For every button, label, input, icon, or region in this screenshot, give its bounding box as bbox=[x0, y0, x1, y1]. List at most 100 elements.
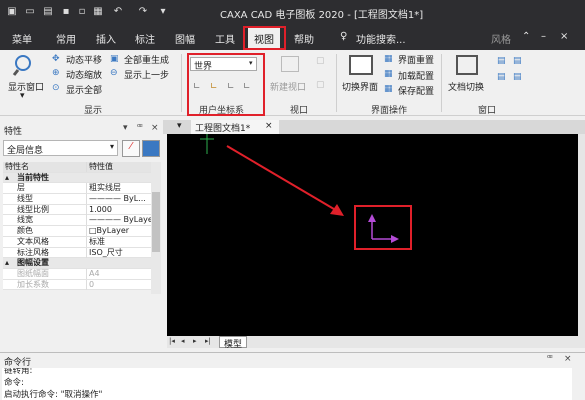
pin-icon[interactable]: ꟹ bbox=[547, 354, 553, 364]
property-value[interactable]: ———— ByL... bbox=[86, 194, 151, 205]
object-filter-value: 全局信息 bbox=[7, 146, 44, 156]
property-value[interactable]: 粗实线层 bbox=[86, 183, 151, 194]
show-all-button[interactable]: 显示全部 bbox=[66, 83, 102, 96]
section-row[interactable]: ▴ 当前特性 bbox=[3, 172, 151, 184]
close-window-icon[interactable]: × bbox=[560, 31, 568, 42]
group-label-window: 窗口 bbox=[478, 106, 497, 116]
tile-horizontal-icon[interactable]: ▤ bbox=[497, 72, 508, 83]
interface-icon bbox=[349, 55, 373, 75]
documents-icon bbox=[456, 55, 478, 75]
properties-scrollbar[interactable] bbox=[151, 162, 161, 294]
command-panel: 命令行 ꟹ × 链转角: 命令: 启动执行命令: "取消操作" bbox=[0, 352, 585, 400]
group-separator bbox=[336, 54, 337, 112]
close-icon[interactable]: × bbox=[265, 121, 273, 131]
regenerate-all-button[interactable]: 全部重生成 bbox=[124, 53, 169, 66]
property-name: 文本风格 bbox=[17, 236, 49, 246]
table-row[interactable]: 文本风格 标准 bbox=[3, 236, 151, 248]
minimize-ribbon-icon[interactable]: ⌃ bbox=[522, 31, 530, 42]
load-config-button[interactable]: 加载配置 bbox=[398, 69, 434, 82]
document-tab[interactable]: 工程图文档1* × bbox=[191, 120, 279, 134]
object-filter-combo[interactable]: 全局信息 ▾ bbox=[3, 140, 118, 156]
table-row[interactable]: 线型 ———— ByL... bbox=[3, 194, 151, 205]
property-value[interactable]: 1.000 bbox=[86, 204, 151, 215]
zoom-icon: ⊕ bbox=[52, 68, 60, 78]
save-config-button[interactable]: 保存配置 bbox=[398, 84, 434, 97]
save-as-icon[interactable]: ▫ bbox=[76, 6, 88, 18]
print-icon[interactable]: ▦ bbox=[92, 6, 104, 18]
viewport-merge-icon[interactable]: ▢ bbox=[316, 56, 327, 67]
select-objects-button[interactable] bbox=[142, 140, 160, 157]
minimize-window-icon[interactable]: – bbox=[541, 31, 546, 42]
command-panel-title: 命令行 bbox=[4, 358, 32, 368]
scrollbar-thumb[interactable] bbox=[152, 192, 160, 252]
prev-sheet-icon[interactable]: ◂ bbox=[181, 337, 185, 345]
ucs-icon-highlight bbox=[354, 205, 412, 250]
next-sheet-icon[interactable]: ▸ bbox=[193, 337, 197, 345]
menu-tools[interactable]: 工具 bbox=[215, 31, 235, 46]
close-icon[interactable]: × bbox=[564, 354, 572, 364]
last-sheet-icon[interactable]: ▸| bbox=[205, 337, 211, 345]
section-row[interactable]: ▴ 图幅设置 bbox=[3, 258, 151, 269]
tile-vertical-icon[interactable]: ▤ bbox=[513, 72, 524, 83]
menu-common[interactable]: 常用 bbox=[56, 31, 76, 46]
style-menu[interactable]: 风格 bbox=[491, 31, 511, 46]
regenerate-icon: ▣ bbox=[110, 54, 119, 64]
menu-main[interactable]: 菜单 bbox=[12, 31, 32, 46]
dynamic-zoom-button[interactable]: 动态缩放 bbox=[66, 68, 102, 81]
view-menu-highlight bbox=[243, 26, 286, 50]
panel-menu-icon[interactable]: ▾ bbox=[123, 123, 128, 133]
document-switch-label: 文档切换 bbox=[448, 83, 485, 93]
tile-icon[interactable]: ▤ bbox=[513, 56, 524, 67]
group-separator bbox=[441, 54, 442, 112]
customize-qat-icon[interactable]: ▾ bbox=[157, 6, 169, 18]
property-name: 标注风格 bbox=[17, 247, 49, 257]
pan-icon: ✥ bbox=[52, 54, 60, 64]
model-sheet-tab[interactable]: 模型 bbox=[219, 336, 247, 350]
collapse-icon: ▴ bbox=[5, 258, 10, 268]
first-sheet-icon[interactable]: |◂ bbox=[169, 337, 175, 345]
canvas-vertical-scrollbar[interactable] bbox=[578, 134, 585, 348]
document-tab-bar: ▾ 工程图文档1* × bbox=[163, 120, 585, 134]
property-value[interactable]: ———— ByLayer bbox=[86, 215, 151, 226]
properties-title: 特性 bbox=[4, 127, 23, 137]
previous-view-button[interactable]: 显示上一步 bbox=[124, 68, 169, 81]
viewport-split-icon[interactable]: ▢ bbox=[316, 80, 327, 91]
viewport-icon bbox=[281, 56, 299, 72]
menu-frame[interactable]: 图幅 bbox=[175, 31, 195, 46]
table-row[interactable]: 线宽 ———— ByLayer bbox=[3, 215, 151, 227]
feature-search-link[interactable]: 功能搜索... bbox=[356, 31, 406, 46]
property-value[interactable]: 标准 bbox=[86, 236, 151, 247]
open-folder-icon[interactable]: ▤ bbox=[42, 6, 54, 18]
dynamic-pan-button[interactable]: 动态平移 bbox=[66, 53, 102, 66]
menu-annotate[interactable]: 标注 bbox=[135, 31, 155, 46]
ucs-group-highlight bbox=[187, 53, 265, 116]
reset-interface-button[interactable]: 界面重置 bbox=[398, 53, 434, 66]
redo-icon[interactable]: ↷ bbox=[137, 6, 149, 18]
property-name: 图纸幅面 bbox=[17, 268, 49, 278]
chevron-down-icon: ▾ bbox=[109, 142, 114, 151]
table-row[interactable]: 层 粗实线层 bbox=[3, 183, 151, 195]
app-logo-icon[interactable]: ▣ bbox=[6, 6, 18, 18]
menu-help[interactable]: 帮助 bbox=[294, 31, 314, 46]
property-name: 颜色 bbox=[17, 226, 33, 236]
property-value[interactable]: □ByLayer bbox=[86, 226, 151, 237]
command-history[interactable]: 链转角: 命令: 启动执行命令: "取消操作" bbox=[2, 368, 572, 400]
save-config-icon: ▦ bbox=[384, 84, 393, 94]
load-config-icon: ▦ bbox=[384, 69, 393, 79]
cascade-icon[interactable]: ▤ bbox=[497, 56, 508, 67]
new-file-icon[interactable]: ▭ bbox=[24, 6, 36, 18]
menu-insert[interactable]: 插入 bbox=[96, 31, 116, 46]
new-viewport-label: 新建视口 bbox=[270, 83, 307, 93]
table-row[interactable]: 线型比例 1.000 bbox=[3, 204, 151, 216]
quick-select-button[interactable]: ⁄ bbox=[122, 140, 140, 157]
drawing-canvas[interactable] bbox=[167, 134, 578, 336]
save-icon[interactable]: ▪ bbox=[60, 6, 72, 18]
close-icon[interactable]: × bbox=[151, 123, 159, 133]
pin-icon[interactable]: ꟹ bbox=[137, 123, 143, 133]
lightbulb-icon: ♀ bbox=[340, 31, 348, 42]
property-value[interactable]: ISO_尺寸 bbox=[86, 247, 151, 258]
tab-menu-icon[interactable]: ▾ bbox=[177, 121, 182, 131]
table-row[interactable]: 颜色 □ByLayer bbox=[3, 226, 151, 237]
table-row[interactable]: 标注风格 ISO_尺寸 bbox=[3, 247, 151, 259]
undo-icon[interactable]: ↶ bbox=[112, 6, 124, 18]
